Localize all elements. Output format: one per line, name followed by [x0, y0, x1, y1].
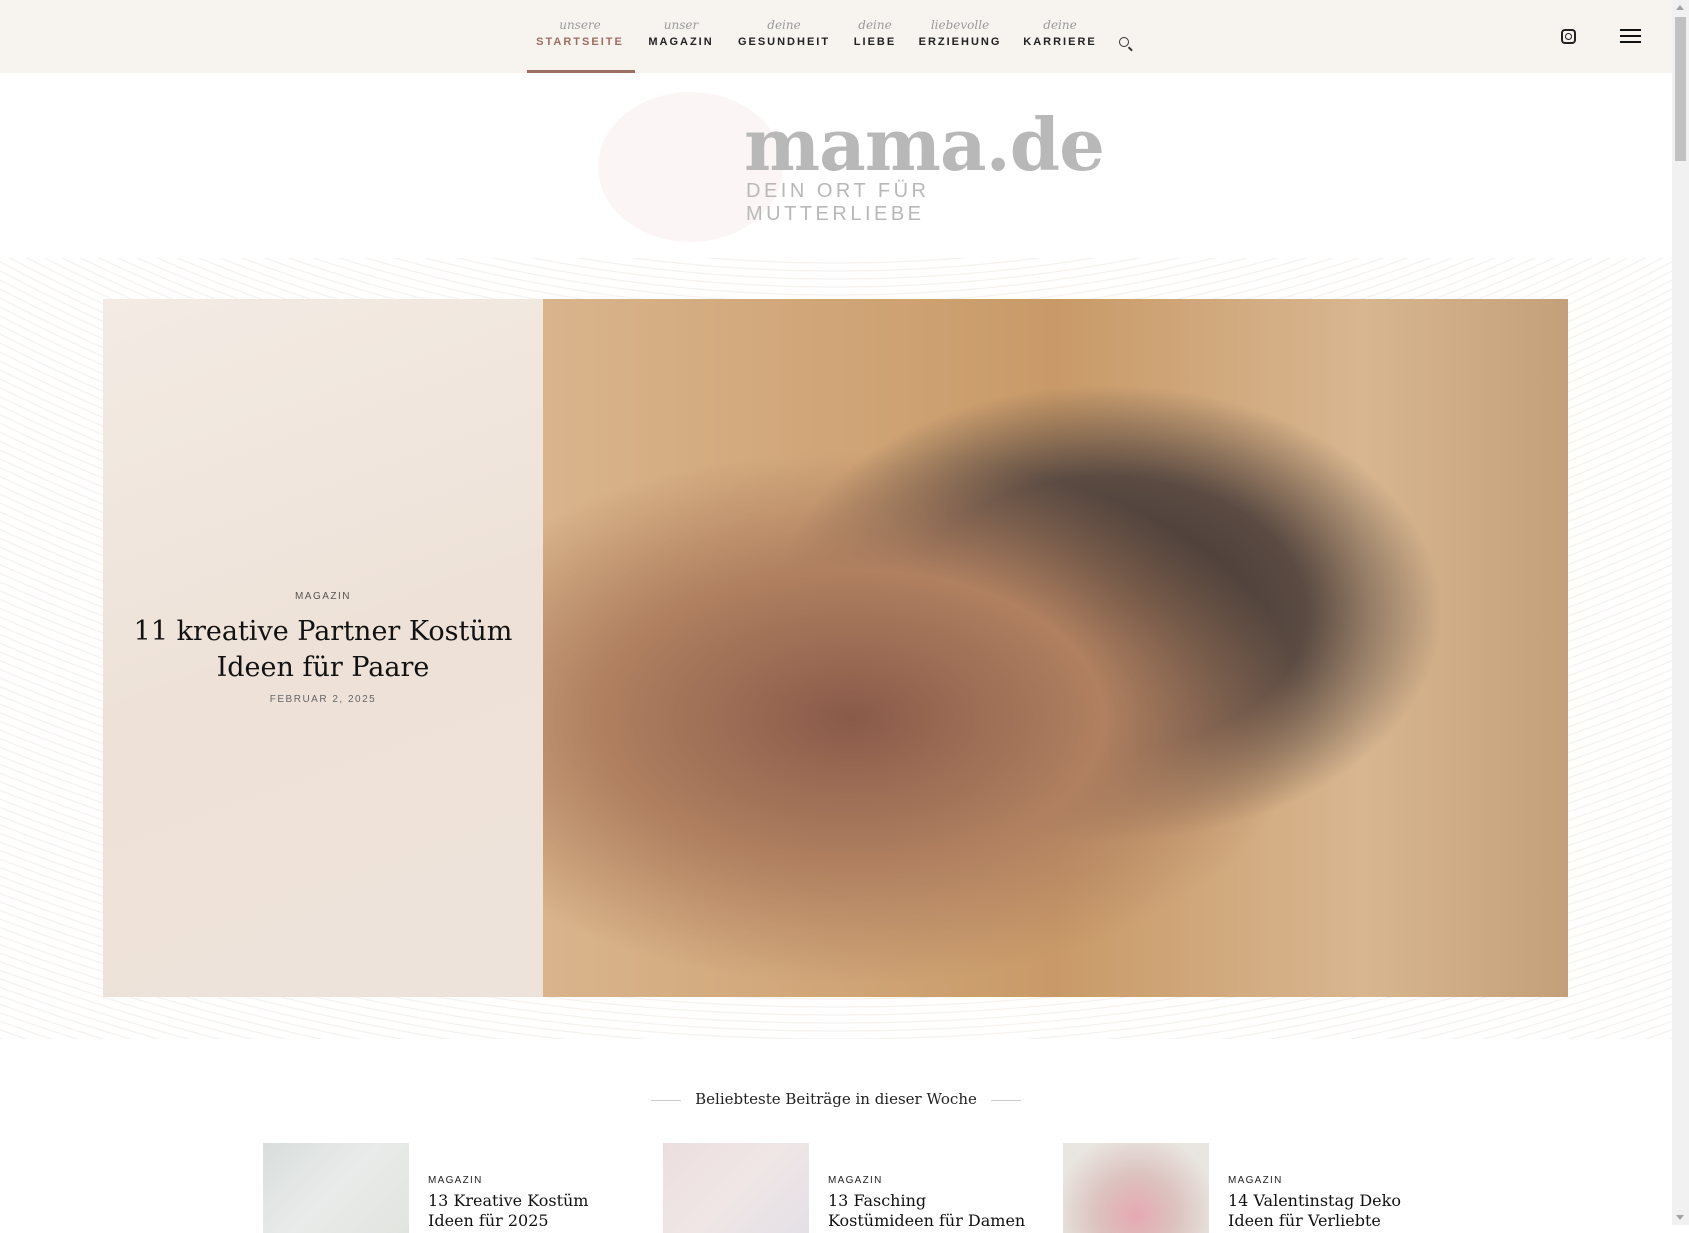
scrollbar[interactable]	[1672, 0, 1689, 1225]
nav-erziehung[interactable]: liebevolle ERZIEHUNG	[919, 18, 1002, 48]
nav-karriere[interactable]: deine KARRIERE	[1023, 18, 1096, 48]
nav-startseite[interactable]: unsere STARTSEITE	[536, 18, 624, 48]
nav-sub: unsere	[559, 18, 601, 32]
logo-wordmark: mama.de	[744, 102, 1105, 187]
nav-liebe[interactable]: deine LIEBE	[854, 18, 896, 48]
post-category[interactable]: MAGAZIN	[1228, 1175, 1283, 1186]
post-thumbnail[interactable]	[263, 1143, 409, 1233]
post-title[interactable]: 14 Valentinstag Deko Ideen für Verliebte	[1228, 1191, 1428, 1231]
post-thumbnail[interactable]	[663, 1143, 809, 1233]
nav-label: LIEBE	[853, 36, 897, 48]
nav-magazin[interactable]: unser MAGAZIN	[648, 18, 713, 48]
search-icon[interactable]	[1119, 37, 1129, 47]
popular-heading-text: Beliebteste Beiträge in dieser Woche	[681, 1090, 991, 1108]
scrollbar-thumb[interactable]	[1675, 17, 1686, 161]
nav-label: GESUNDHEIT	[737, 36, 831, 48]
hero-image[interactable]	[543, 299, 1568, 997]
hamburger-menu-icon[interactable]	[1620, 29, 1641, 43]
nav-label: MAGAZIN	[648, 36, 714, 48]
logo-tagline: DEIN ORT FÜR MUTTERLIEBE	[746, 180, 930, 225]
nav-sub: unser	[663, 18, 699, 32]
hero-title[interactable]: 11 kreative Partner Kostüm Ideen für Paa…	[133, 614, 513, 686]
popular-post-card[interactable]: MAGAZIN 13 Fasching Kostümideen für Dame…	[663, 1143, 1043, 1233]
hero-date: FEBRUAR 2, 2025	[269, 694, 377, 705]
hero-featured-post[interactable]: MAGAZIN 11 kreative Partner Kostüm Ideen…	[103, 299, 1568, 997]
nav-label: KARRIERE	[1023, 36, 1097, 48]
scroll-up-icon[interactable]	[1676, 5, 1684, 10]
hero-category[interactable]: MAGAZIN	[103, 591, 543, 602]
post-title[interactable]: 13 Kreative Kostüm Ideen für 2025	[428, 1191, 628, 1231]
popular-heading: Beliebteste Beiträge in dieser Woche	[0, 1090, 1672, 1109]
nav-sub: deine	[767, 18, 801, 32]
nav-sub: deine	[1043, 18, 1077, 32]
nav-gesundheit[interactable]: deine GESUNDHEIT	[738, 18, 830, 48]
popular-post-card[interactable]: MAGAZIN 13 Kreative Kostüm Ideen für 202…	[263, 1143, 643, 1233]
scroll-down-icon[interactable]	[1676, 1215, 1684, 1220]
header: unsere STARTSEITE unser MAGAZIN deine GESUN…	[0, 0, 1672, 73]
nav-label: ERZIEHUNG	[918, 36, 1002, 48]
nav-label: STARTSEITE	[536, 36, 624, 48]
nav-sub: liebevolle	[930, 18, 990, 32]
active-nav-underline	[527, 70, 635, 73]
instagram-icon[interactable]	[1561, 29, 1576, 44]
post-category[interactable]: MAGAZIN	[428, 1175, 483, 1186]
nav-sub: deine	[858, 18, 892, 32]
post-thumbnail[interactable]	[1063, 1143, 1209, 1233]
popular-post-card[interactable]: MAGAZIN 14 Valentinstag Deko Ideen für V…	[1063, 1143, 1443, 1233]
site-logo[interactable]: mama.de DEIN ORT FÜR MUTTERLIEBE	[598, 92, 1105, 242]
post-title[interactable]: 13 Fasching Kostümideen für Damen	[828, 1191, 1028, 1231]
post-category[interactable]: MAGAZIN	[828, 1175, 883, 1186]
